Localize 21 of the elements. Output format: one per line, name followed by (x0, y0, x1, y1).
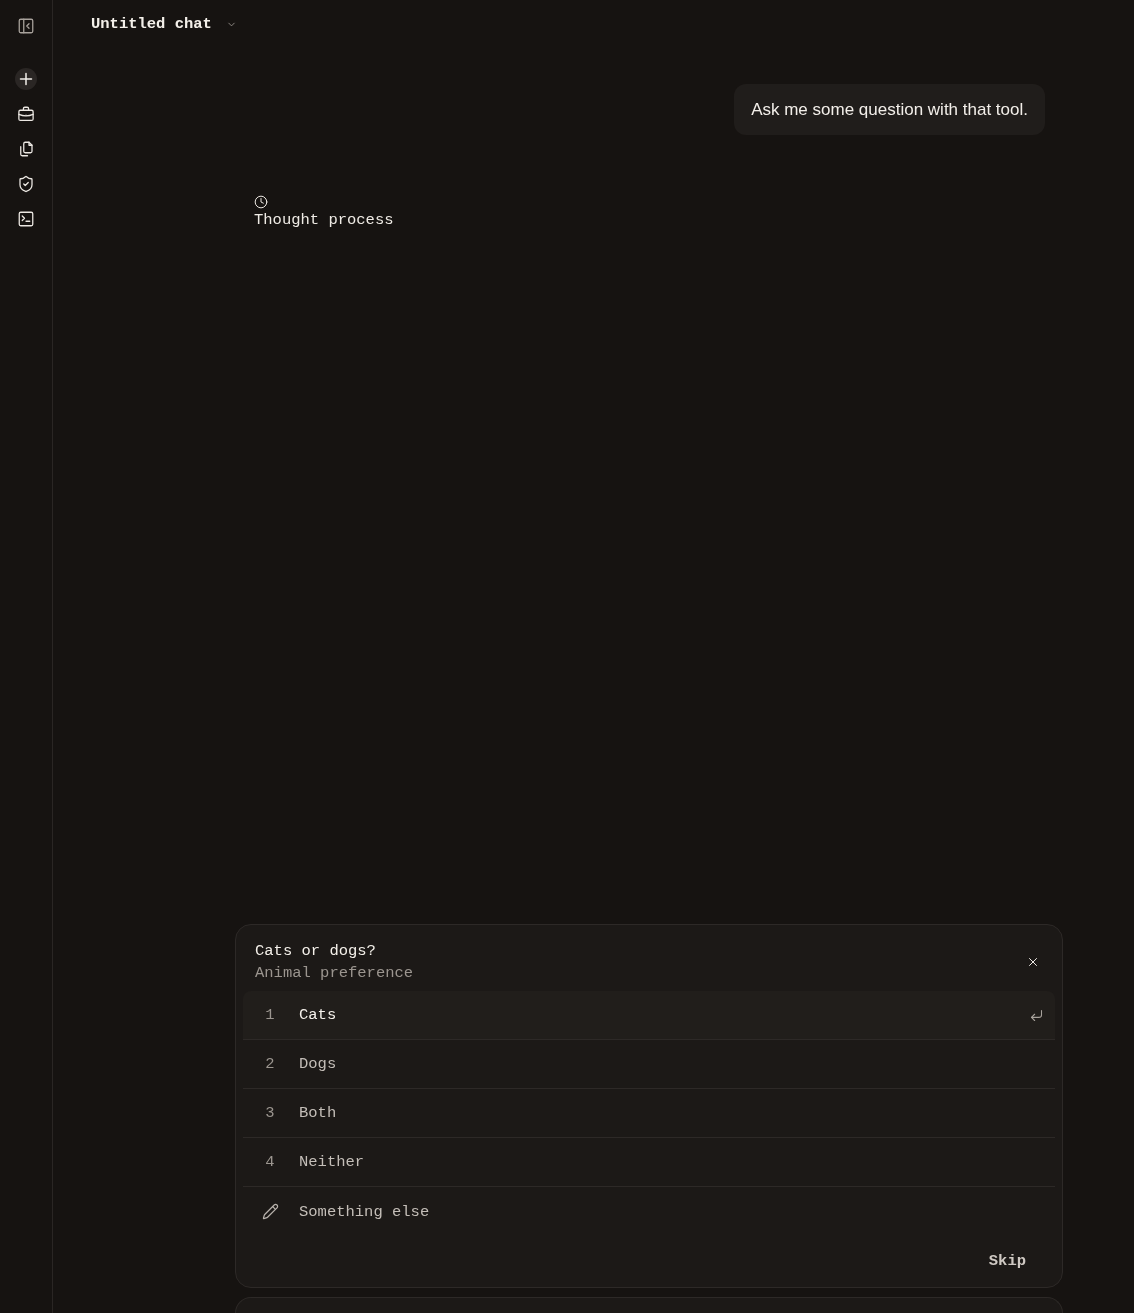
option-row[interactable]: 1 Cats (243, 991, 1055, 1040)
custom-answer-row[interactable]: Something else (243, 1187, 1055, 1236)
skip-button[interactable]: Skip (978, 1244, 1036, 1278)
enter-icon (1029, 1007, 1044, 1023)
close-icon (1026, 955, 1040, 969)
option-row[interactable]: 4 Neither (243, 1138, 1055, 1187)
pencil-icon (262, 1203, 279, 1220)
thought-process-toggle[interactable]: Thought process (254, 195, 394, 229)
briefcase-icon[interactable] (17, 105, 35, 123)
question-subtitle: Animal preference (255, 963, 414, 984)
shield-check-icon[interactable] (17, 175, 35, 193)
copy-icon[interactable] (17, 140, 35, 158)
chat-title-dropdown[interactable]: Untitled chat (91, 14, 237, 34)
plus-icon[interactable] (15, 68, 37, 90)
question-title: Cats or dogs? (255, 941, 376, 962)
message-bubble: Ask me some question with that tool. (734, 84, 1045, 135)
terminal-icon[interactable] (17, 210, 35, 228)
option-row[interactable]: 3 Both (243, 1089, 1055, 1138)
panel-icon[interactable] (17, 17, 35, 35)
clock-icon (254, 195, 268, 209)
option-row[interactable]: 2 Dogs (243, 1040, 1055, 1089)
